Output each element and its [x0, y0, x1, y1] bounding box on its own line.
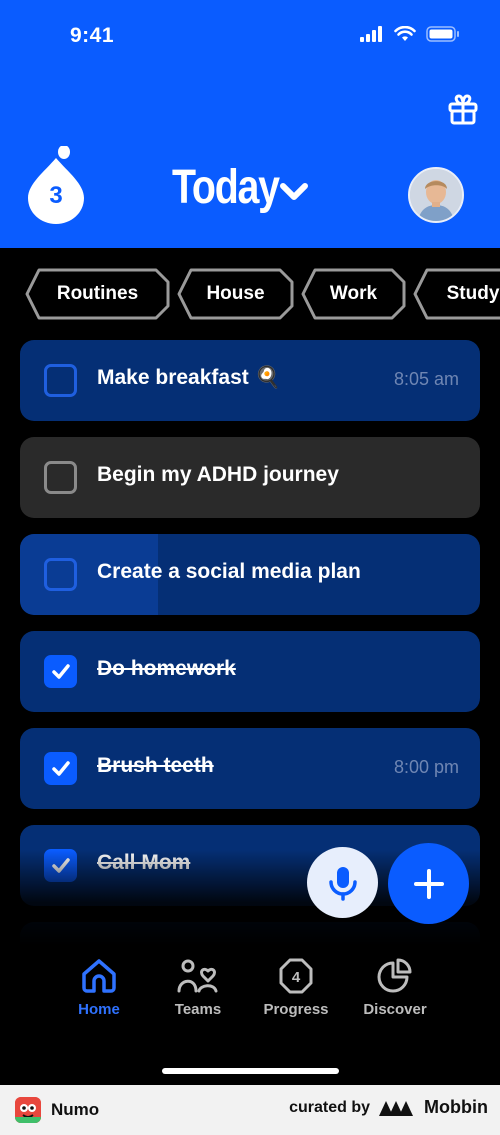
- checkmark-icon: [52, 664, 70, 679]
- date-selector[interactable]: Today: [172, 161, 309, 214]
- nav-label: Home: [78, 1001, 120, 1018]
- cellular-signal-icon: [360, 26, 382, 42]
- task-label: Do homework: [97, 657, 236, 680]
- filter-chips: Routines House Work Study: [25, 268, 500, 320]
- task-checkbox[interactable]: [44, 364, 77, 397]
- curated-by-label: curated by: [289, 1098, 371, 1116]
- task-item[interactable]: Make breakfast 🍳 8:05 am: [20, 340, 480, 421]
- chip-label: Study: [446, 283, 500, 304]
- numo-app-icon: [15, 1097, 41, 1123]
- task-item[interactable]: Brush teeth 8:00 pm: [20, 728, 480, 809]
- footer-app: Numo: [15, 1097, 99, 1123]
- voice-input-button[interactable]: [307, 847, 378, 918]
- footer-credit: curated by Mobbin: [289, 1097, 488, 1118]
- gift-icon[interactable]: [446, 92, 480, 126]
- chip-label: Work: [329, 283, 378, 304]
- task-label: Begin my ADHD journey: [97, 463, 339, 486]
- streak-drop-badge[interactable]: 3: [26, 145, 86, 224]
- wifi-icon: [394, 26, 416, 41]
- checkmark-icon: [52, 761, 70, 776]
- mobbin-brand: Mobbin: [424, 1097, 488, 1117]
- streak-count: 3: [49, 182, 63, 209]
- chip-label: Routines: [56, 283, 139, 304]
- teams-icon: [177, 959, 218, 993]
- task-item[interactable]: Begin my ADHD journey: [20, 437, 480, 518]
- plus-icon: [413, 868, 444, 899]
- task-label: Create a social media plan: [97, 560, 361, 583]
- footer-bar: Numo curated by Mobbin: [0, 1085, 500, 1135]
- task-label: Brush teeth: [97, 754, 214, 777]
- task-checkbox[interactable]: [44, 752, 77, 785]
- microphone-icon: [328, 866, 357, 901]
- discover-icon: [377, 958, 412, 993]
- nav-home[interactable]: Home: [49, 957, 149, 1018]
- task-item[interactable]: Create a social media plan: [20, 534, 480, 615]
- chip-label: House: [206, 283, 265, 304]
- progress-icon: 4: [279, 958, 313, 994]
- chip-study[interactable]: Study: [413, 268, 500, 320]
- status-time: 9:41: [70, 24, 115, 47]
- task-item[interactable]: Do homework: [20, 631, 480, 712]
- nav-label: Discover: [363, 1001, 427, 1018]
- task-checkbox[interactable]: [44, 655, 77, 688]
- battery-icon: [426, 26, 459, 42]
- task-checkbox[interactable]: [44, 461, 77, 494]
- chip-house[interactable]: House: [177, 268, 294, 320]
- mobbin-logo-icon: [379, 1100, 414, 1116]
- nav-label: Teams: [174, 1001, 222, 1018]
- chip-routines[interactable]: Routines: [25, 268, 170, 320]
- task-label: Make breakfast 🍳: [97, 366, 281, 389]
- profile-photo: [410, 169, 462, 221]
- bottom-nav: Home Teams 4 Progress Discover: [0, 945, 500, 1085]
- chevron-down-icon: [280, 183, 309, 200]
- chip-work[interactable]: Work: [301, 268, 406, 320]
- progress-badge: 4: [292, 969, 301, 986]
- avatar[interactable]: [408, 167, 464, 223]
- app-name: Numo: [51, 1100, 100, 1119]
- status-icons: [360, 26, 460, 42]
- add-task-button[interactable]: [388, 843, 469, 924]
- home-indicator: [162, 1068, 339, 1074]
- task-time: 8:05 am: [393, 369, 459, 389]
- home-icon: [82, 959, 116, 993]
- page-title: Today: [172, 161, 280, 214]
- header: 9:41 3 Today: [0, 0, 500, 248]
- nav-label: Progress: [263, 1001, 329, 1018]
- nav-progress[interactable]: 4 Progress: [246, 957, 346, 1018]
- nav-discover[interactable]: Discover: [345, 957, 445, 1018]
- nav-teams[interactable]: Teams: [148, 957, 248, 1018]
- task-time: 8:00 pm: [393, 757, 459, 777]
- task-checkbox[interactable]: [44, 558, 77, 591]
